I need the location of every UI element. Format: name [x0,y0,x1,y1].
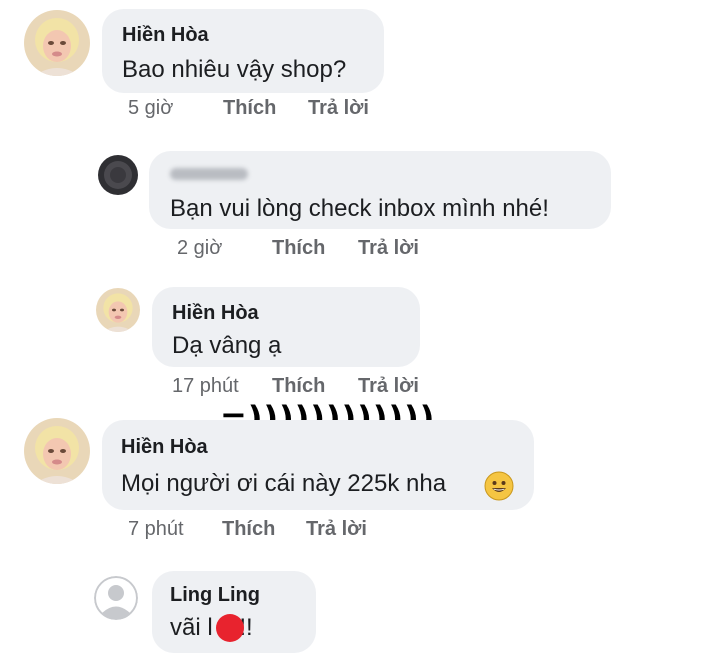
comment-text: Mọi người ơi cái này 225k nha [121,470,447,497]
avatar-ling-ling[interactable] [94,576,138,620]
reply-button[interactable]: Trả lời [308,97,369,120]
comment-time[interactable]: 2 giờ [177,237,222,260]
grinning-face-emoji-icon [484,471,514,501]
comment-author[interactable]: Hiền Hòa [172,302,259,325]
profile-photo-icon [24,10,90,76]
profile-photo-icon [98,155,138,195]
avatar-hien-hoa[interactable] [96,288,140,332]
like-button[interactable]: Thích [223,97,276,120]
avatar-hien-hoa[interactable] [24,10,90,76]
reply-button[interactable]: Trả lời [358,237,419,260]
cropped-edge [0,660,720,667]
comment-author[interactable]: Hiền Hòa [121,436,208,459]
avatar-hien-hoa[interactable] [24,418,90,484]
comment-text: Dạ vâng ạ [172,332,282,359]
comment-author[interactable]: Hiền Hòa [122,24,209,47]
profile-photo-icon [96,288,140,332]
blurred-author-name [170,168,248,180]
comment-time[interactable]: 5 giờ [128,97,173,120]
like-button[interactable]: Thích [222,518,275,541]
comment-text: Bạn vui lòng check inbox mình nhé! [170,195,549,222]
default-avatar-icon [94,576,138,620]
comment-time[interactable]: 7 phút [128,518,184,541]
comment-author[interactable]: Ling Ling [170,584,260,607]
reply-button[interactable]: Trả lời [306,518,367,541]
like-button[interactable]: Thích [272,237,325,260]
avatar-store[interactable] [98,155,138,195]
censor-dot-icon [216,614,244,642]
comment-text: Bao nhiêu vậy shop? [122,56,347,83]
profile-photo-icon [24,418,90,484]
